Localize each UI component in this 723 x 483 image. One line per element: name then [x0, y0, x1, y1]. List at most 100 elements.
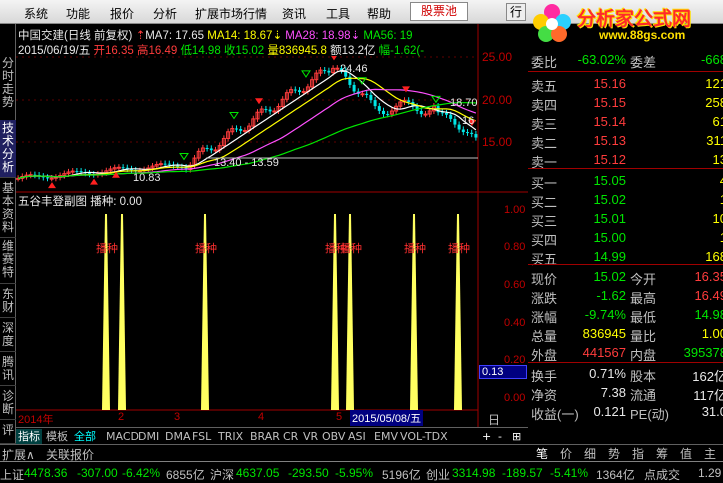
buy-signal-arrow [48, 182, 56, 189]
signal-spike [118, 214, 126, 410]
qtab-main[interactable]: 主 [704, 445, 716, 462]
ind-tab-indicator[interactable]: 指标 [16, 429, 42, 444]
stat-value-2: 16.35 [694, 269, 723, 284]
candle-body [301, 90, 306, 93]
candle-body [461, 129, 465, 133]
buy-price[interactable]: 15.01 [578, 211, 626, 226]
ind-tab-obv[interactable]: OBV [320, 429, 347, 444]
sell-price[interactable]: 15.16 [578, 76, 626, 91]
ma7-value: MA7: 17.65 [145, 30, 205, 42]
buy-price[interactable]: 14.99 [578, 249, 626, 264]
buy-price[interactable]: 15.02 [578, 192, 626, 207]
qtab-chips[interactable]: 筹 [656, 445, 668, 462]
buy-row[interactable]: 买一 15.05 4 [528, 173, 723, 191]
watermark-title: 分析家公式网 [577, 8, 692, 30]
tab-depth[interactable]: 深度 [0, 320, 16, 352]
buy-label: 买三 [531, 214, 558, 229]
ind-tab-fsl[interactable]: FSL [190, 429, 213, 444]
buy-price[interactable]: 15.00 [578, 230, 626, 245]
ind-tab-dma[interactable]: DMA [163, 429, 193, 444]
ind-tab-brar[interactable]: BRAR [248, 429, 282, 444]
tab-diagnosis[interactable]: 诊断 [0, 388, 16, 420]
sell-row[interactable]: 卖四 15.15 258 [528, 95, 723, 113]
ind-tab-emv[interactable]: EMV [372, 429, 400, 444]
sell-signal-arrow [402, 86, 410, 93]
ind-tab-vol-tdx[interactable]: VOL-TDX [398, 429, 450, 444]
candle-body [75, 171, 79, 173]
tab-review[interactable]: 评 [0, 422, 16, 444]
ind-tab-template[interactable]: 模板 [44, 429, 70, 444]
zoom-in-button[interactable]: + [480, 429, 493, 444]
sell-price[interactable]: 15.15 [578, 95, 626, 110]
x-label-apr: 4 [258, 411, 265, 423]
menu-tools[interactable]: 工具 [326, 5, 350, 22]
sell-row[interactable]: 卖二 15.13 311 [528, 133, 723, 151]
menu-help[interactable]: 帮助 [367, 5, 391, 22]
sell-row[interactable]: 卖三 15.14 61 [528, 114, 723, 132]
qtab-price[interactable]: 价 [560, 445, 572, 462]
layout-button[interactable]: ⊞ [510, 429, 523, 444]
sell-price[interactable]: 15.14 [578, 114, 626, 129]
sell-row[interactable]: 卖一 15.12 13 [528, 152, 723, 170]
stat-label: 现价 [531, 272, 558, 287]
weicha-value: -668 [700, 52, 723, 67]
indicator-chart[interactable]: 播种 播种 播种播种 播种 播种 [16, 206, 478, 410]
stock-pool-button[interactable]: 股票池 [410, 2, 468, 21]
buy-volume: 10 [712, 211, 723, 226]
stat-label-2: 最低 [630, 310, 657, 325]
candle-body [293, 89, 297, 91]
price-tick-20: 20.00 [482, 93, 513, 107]
ind-tab-asi[interactable]: ASI [346, 429, 368, 444]
ind-tick-060: 0.60 [504, 279, 526, 291]
tab-fundamentals[interactable]: 基本资料 [0, 180, 16, 238]
menu-news[interactable]: 资讯 [282, 5, 306, 22]
qtab-trades[interactable]: 笔 [536, 445, 548, 462]
ind-tab-cr[interactable]: CR [281, 429, 300, 444]
ind-tab-vr[interactable]: VR [301, 429, 320, 444]
stat-label: 涨跌 [531, 291, 558, 306]
price-chart[interactable] [16, 56, 478, 190]
menu-system[interactable]: 系统 [24, 5, 48, 22]
qtab-detail[interactable]: 细 [584, 445, 596, 462]
qtab-value[interactable]: 值 [680, 445, 692, 462]
tab-eastmoney[interactable]: 东财 [0, 286, 16, 318]
tab-weisaite[interactable]: 维赛特 [0, 238, 16, 284]
ma28-value: MA28: 18.98 [285, 30, 351, 42]
menu-function[interactable]: 功能 [66, 5, 90, 22]
sh-change: -307.00 [77, 466, 118, 480]
ind-tab-trix[interactable]: TRIX [216, 429, 245, 444]
candle-body [323, 70, 327, 72]
menu-extended-market[interactable]: 扩展市场行情 [195, 5, 267, 22]
menu-quote[interactable]: 报价 [110, 5, 134, 22]
ind-tick-100: 1.00 [504, 204, 526, 216]
buy-row[interactable]: 买四 15.00 1 [528, 230, 723, 248]
buy-row[interactable]: 买二 15.02 1 [528, 192, 723, 210]
weibi-value: -63.02% [577, 52, 626, 67]
menu-analysis[interactable]: 分析 [153, 5, 177, 22]
annot-low: 10.83 [133, 172, 161, 184]
candle-body [46, 177, 49, 179]
candle-body [264, 109, 268, 111]
buy-price[interactable]: 15.05 [578, 173, 626, 188]
ind-tab-dmi[interactable]: DMI [136, 429, 161, 444]
qtab-trend[interactable]: 势 [608, 445, 620, 462]
candle-body [386, 114, 390, 116]
stat-row: 外盘 441567 内盘 395378 [528, 345, 723, 363]
qtab-index[interactable]: 指 [632, 445, 644, 462]
zoom-out-button[interactable]: - [496, 429, 504, 444]
quote-panel: 委比 -63.02% 委差 -668 卖五 15.16 121卖四 15.15 … [528, 44, 723, 444]
ind-tick-040: 0.40 [504, 317, 526, 329]
sell-row[interactable]: 卖五 15.16 121 [528, 76, 723, 94]
tab-technical[interactable]: 技术分析 [0, 120, 16, 178]
buy-volume: 1 [657, 230, 723, 245]
buy-row[interactable]: 买三 15.01 10 [528, 211, 723, 229]
sell-price[interactable]: 15.12 [578, 152, 626, 167]
tab-tencent[interactable]: 腾讯 [0, 354, 16, 386]
quote-toggle-button[interactable]: 行 [506, 3, 526, 21]
hs-amount: 5196亿 [382, 468, 421, 482]
ind-tab-all[interactable]: 全部 [72, 429, 98, 444]
sell-price[interactable]: 15.13 [578, 133, 626, 148]
ma14-arrow-icon: ⇣ [272, 30, 283, 42]
hs-change: -293.50 [288, 466, 329, 480]
stat-row: 涨幅 -9.74% 最低 14.98 [528, 307, 723, 325]
